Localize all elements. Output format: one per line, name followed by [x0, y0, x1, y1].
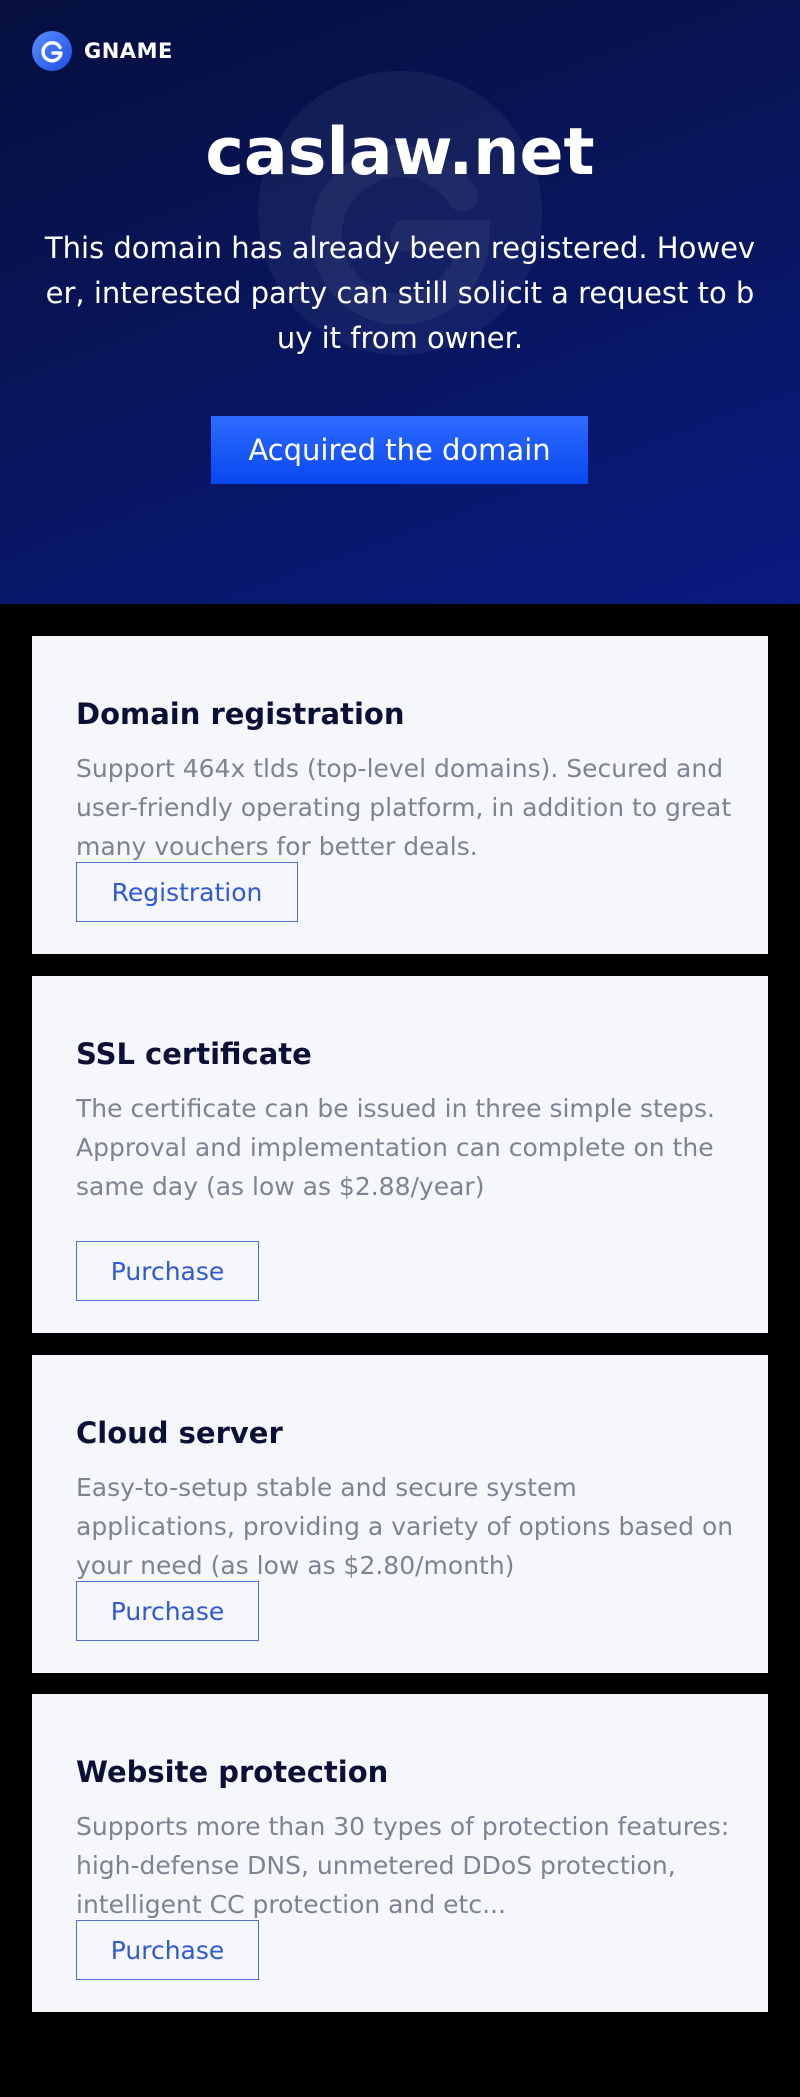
registration-button[interactable]: Registration [76, 862, 298, 922]
service-card-ssl-certificate: SSL certificate The certificate can be i… [32, 976, 768, 1333]
domain-title: caslaw.net [205, 115, 595, 190]
service-title: Cloud server [76, 1416, 283, 1450]
service-description: The certificate can be issued in three s… [76, 1094, 715, 1201]
brand-name: GNAME [84, 39, 173, 63]
hero-section: GNAME caslaw.net This domain has already… [0, 0, 800, 604]
service-card-website-protection: Website protection Supports more than 30… [32, 1694, 768, 2012]
gname-logo-icon [32, 31, 72, 71]
service-title: Website protection [76, 1755, 389, 1789]
service-title: SSL certificate [76, 1037, 312, 1071]
brand-logo[interactable]: GNAME [32, 31, 173, 71]
service-description: Support 464x tlds (top-level domains). S… [76, 754, 732, 861]
service-title: Domain registration [76, 697, 405, 731]
service-card-domain-registration: Domain registration Support 464x tlds (t… [32, 636, 768, 954]
cloud-server-purchase-button[interactable]: Purchase [76, 1581, 259, 1641]
service-description: Easy-to-setup stable and secure system a… [76, 1473, 734, 1580]
hero-description: This domain has already been registered.… [44, 231, 756, 355]
acquire-domain-button[interactable]: Acquired the domain [211, 416, 588, 484]
website-protection-purchase-button[interactable]: Purchase [76, 1920, 259, 1980]
service-card-cloud-server: Cloud server Easy-to-setup stable and se… [32, 1355, 768, 1673]
service-description: Supports more than 30 types of protectio… [76, 1812, 730, 1919]
ssl-purchase-button[interactable]: Purchase [76, 1241, 259, 1301]
